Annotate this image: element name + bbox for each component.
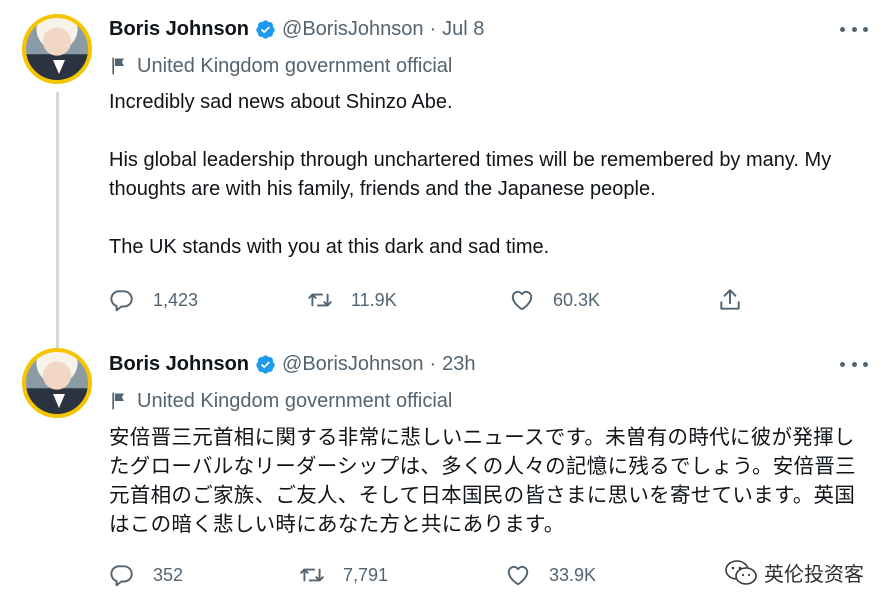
reply-icon <box>110 290 133 312</box>
retweet-icon <box>308 293 332 307</box>
author-name[interactable]: Boris Johnson <box>109 18 249 41</box>
like-icon <box>511 290 533 311</box>
separator-dot: · <box>429 17 437 40</box>
share-icon <box>720 289 740 310</box>
tweet[interactable]: Boris Johnson @BorisJohnson · Jul 8 Unit… <box>0 0 890 350</box>
tweet-actions: 1,423 11.9K 60.3K <box>109 285 749 315</box>
share-button[interactable] <box>717 285 743 315</box>
retweet-icon <box>300 568 324 582</box>
label-text: United Kingdom government official <box>137 54 453 77</box>
tweet-text: 安倍晋三元首相に関する非常に悲しいニュースです。未曽有の時代に彼が発揮したグロー… <box>109 423 859 539</box>
more-icon[interactable] <box>840 24 868 34</box>
tweet-timestamp[interactable]: 23h <box>442 353 475 376</box>
avatar[interactable] <box>22 14 92 84</box>
government-label: United Kingdom government official <box>109 389 452 413</box>
author-handle[interactable]: @BorisJohnson <box>282 353 423 376</box>
reply-button[interactable]: 352 <box>109 560 183 590</box>
separator-dot: · <box>429 352 437 375</box>
like-count: 60.3K <box>553 289 601 310</box>
like-button[interactable]: 60.3K <box>509 285 600 315</box>
retweet-count: 7,791 <box>343 564 389 585</box>
avatar[interactable] <box>22 348 92 418</box>
tweet-header: Boris Johnson @BorisJohnson · Jul 8 <box>109 16 484 42</box>
like-count: 33.9K <box>549 564 597 585</box>
reply-button[interactable]: 1,423 <box>109 285 198 315</box>
verified-badge-icon <box>256 19 275 39</box>
thread-connector-line <box>56 92 59 350</box>
tweet-paragraph: Incredibly sad news about Shinzo Abe. <box>109 91 453 113</box>
tweet-paragraph: The UK stands with you at this dark and … <box>109 236 550 258</box>
label-text: United Kingdom government official <box>137 389 453 412</box>
wechat-icon <box>725 559 757 585</box>
tweet-paragraph: His global leadership through unchartere… <box>109 149 832 200</box>
reply-count: 352 <box>153 564 184 585</box>
author-name[interactable]: Boris Johnson <box>109 353 249 376</box>
tweet-timestamp[interactable]: Jul 8 <box>442 18 484 41</box>
reply-count: 1,423 <box>153 289 199 310</box>
government-label: United Kingdom government official <box>109 54 452 78</box>
tweet-actions: 352 7,791 33.9K <box>109 560 749 590</box>
like-icon <box>507 565 529 586</box>
more-icon[interactable] <box>840 359 868 369</box>
flag-icon <box>112 392 124 410</box>
retweet-count: 11.9K <box>351 289 397 310</box>
retweet-button[interactable]: 11.9K <box>307 285 397 315</box>
reply-icon <box>110 565 133 587</box>
flag-icon <box>112 57 124 75</box>
watermark-text: 英伦投资客 <box>764 562 864 586</box>
author-handle[interactable]: @BorisJohnson <box>282 18 423 41</box>
like-button[interactable]: 33.9K <box>505 560 596 590</box>
retweet-button[interactable]: 7,791 <box>299 560 388 590</box>
verified-badge-icon <box>256 354 275 374</box>
watermark: 英伦投资客 <box>724 558 864 587</box>
tweet-text: Incredibly sad news about Shinzo Abe. Hi… <box>109 88 869 262</box>
tweet-header: Boris Johnson @BorisJohnson · 23h <box>109 351 476 377</box>
tweet-paragraph: 安倍晋三元首相に関する非常に悲しいニュースです。未曽有の時代に彼が発揮したグロー… <box>109 425 856 536</box>
